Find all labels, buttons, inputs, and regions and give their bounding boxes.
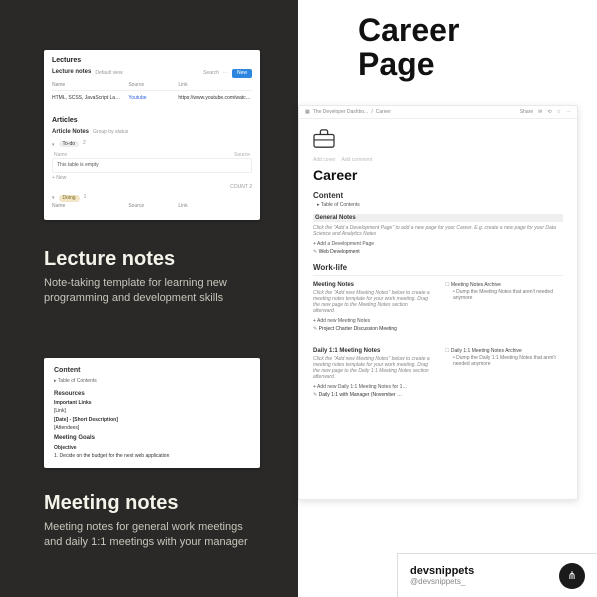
objective-1: 1. Decide on the budget for the next web…: [54, 453, 250, 460]
row-link: https://www.youtube.com/watch?vxxx281b43…: [178, 95, 252, 102]
table-row[interactable]: HTML, SCSS, JavaScript Landing Page Tuto…: [52, 93, 252, 104]
brand-logo-icon: ⋔: [559, 563, 585, 589]
daily-desc: Click the "Add new Meeting Notes" below …: [313, 356, 431, 381]
career-panel: ▦ The Developer Dashbo... / Career Share…: [298, 105, 578, 500]
add-daily-notes[interactable]: + Add new Daily 1:1 Meeting Notes for 1…: [313, 384, 431, 390]
articles-heading: Articles: [52, 116, 252, 125]
daily-item[interactable]: Daily 1:1 with Manager (November …: [313, 392, 431, 398]
group-todo-count: 2: [83, 140, 86, 147]
meeting-desc: Click the "Add new Meeting Notes" below …: [313, 290, 431, 315]
date-line: [Date] - [Short Description]: [54, 417, 250, 424]
lectures-columns: Name Source Link: [52, 82, 252, 92]
col-source: Source: [234, 152, 250, 159]
col-source: Source: [128, 203, 170, 210]
col-link: Link: [178, 203, 252, 210]
brand-handle: @devsnippets_: [410, 577, 474, 586]
lectures-view[interactable]: Default view: [95, 70, 122, 77]
star-icon[interactable]: ☆: [557, 109, 561, 115]
group-doing-count: 1: [84, 194, 87, 201]
meeting-notes-title: Meeting notes: [44, 492, 178, 515]
col-name: Name: [54, 152, 67, 159]
career-title: Career: [313, 167, 563, 183]
general-notes-heading: General Notes: [313, 214, 563, 222]
meeting-goals-h: Meeting Goals: [54, 435, 250, 443]
daily-archive-sub: • Dump the Daily 1:1 Meeting Notes that …: [453, 355, 563, 368]
group-doing[interactable]: Doing: [59, 195, 80, 202]
add-dev-page[interactable]: + Add a Development Page: [313, 241, 563, 247]
web-dev-page[interactable]: Web Development: [313, 249, 563, 255]
brand-footer: devsnippets @devsnippets_ ⋔: [397, 553, 597, 597]
row-source: Youtube: [128, 95, 170, 102]
page-title: CareerPage: [358, 14, 459, 81]
meeting-item[interactable]: Project Charter Discussion Meeting: [313, 326, 431, 332]
page-icon: ▦: [305, 109, 310, 115]
toc-link[interactable]: Table of Contents: [321, 202, 360, 208]
meeting-archive-toggle[interactable]: Meeting Notes Archive: [445, 282, 563, 288]
new-hint[interactable]: + New: [52, 175, 252, 182]
count-value: 2: [249, 184, 252, 190]
updates-icon[interactable]: ✉: [538, 109, 542, 115]
lectures-new-button[interactable]: New: [232, 69, 252, 78]
daily-heading: Daily 1:1 Meeting Notes: [313, 348, 431, 354]
content-heading: Content: [313, 191, 563, 200]
chevron-down-icon[interactable]: ▾: [52, 195, 55, 202]
lecture-notes-title: Lecture notes: [44, 248, 175, 271]
clock-icon[interactable]: ⟲: [547, 109, 551, 115]
meeting-notes-heading: Meeting Notes: [313, 282, 431, 288]
breadcrumb-1[interactable]: The Developer Dashbo...: [313, 109, 369, 115]
attendees: [Attendees]: [54, 425, 250, 432]
col-link: Link: [178, 82, 252, 89]
articles-view[interactable]: Group by status: [93, 129, 128, 136]
group-todo[interactable]: To-do: [59, 141, 80, 148]
col-name: Name: [52, 82, 120, 89]
objective: Objective: [54, 445, 250, 452]
important-links: Important Links: [54, 400, 250, 407]
important-link-item: [Link]: [54, 408, 250, 415]
lectures-heading: Lectures: [52, 56, 252, 65]
chevron-down-icon[interactable]: ▾: [52, 142, 55, 149]
worklife-heading: Work-life: [313, 263, 563, 272]
right-column: CareerPage ▦ The Developer Dashbo... / C…: [298, 0, 597, 597]
col-source: Source: [128, 82, 170, 89]
daily-archive-toggle[interactable]: Daily 1:1 Meeting Notes Archive: [445, 348, 563, 354]
articles-db-header: Article Notes Group by status: [52, 129, 252, 137]
doing-columns: Name Source Link: [52, 203, 252, 212]
lecture-notes-desc: Note-taking template for learning new pr…: [44, 276, 254, 306]
divider: [313, 275, 563, 276]
breadcrumb-2[interactable]: Career: [376, 109, 391, 115]
briefcase-icon: [313, 129, 335, 149]
row-name: HTML, SCSS, JavaScript Landing Page Tuto…: [52, 95, 120, 102]
breadcrumb-sep: /: [371, 109, 372, 115]
empty-text: This table is empty: [57, 162, 99, 168]
lectures-panel: Lectures Lecture notes Default view Sear…: [44, 50, 260, 220]
add-meeting-notes[interactable]: + Add new Meeting Notes: [313, 318, 431, 324]
dots-icon[interactable]: ⋯: [223, 70, 228, 77]
empty-card: This table is empty: [52, 158, 252, 173]
career-topbar: ▦ The Developer Dashbo... / Career Share…: [299, 106, 577, 119]
count-label: COUNT: [230, 184, 249, 190]
lectures-db-title: Lecture notes: [52, 69, 91, 77]
lectures-db-header: Lecture notes Default view Search ⋯ New: [52, 69, 252, 78]
dots-icon[interactable]: ⋯: [566, 109, 571, 115]
share-button[interactable]: Share: [520, 109, 533, 115]
articles-db-title: Article Notes: [52, 129, 89, 137]
meeting-archive-sub: • Dump the Meeting Notes that aren't nee…: [453, 289, 563, 302]
col-name: Name: [52, 203, 120, 210]
left-column: Lectures Lecture notes Default view Sear…: [0, 0, 298, 597]
add-comment[interactable]: Add comment: [342, 157, 373, 163]
add-cover[interactable]: Add cover: [313, 157, 336, 163]
meeting-content-h: Content: [54, 366, 250, 375]
general-desc: Click the "Add a Development Page" to ad…: [313, 225, 563, 238]
meeting-panel: Content ▸ Table of Contents Resources Im…: [44, 358, 260, 468]
meeting-toc[interactable]: Table of Contents: [58, 378, 97, 384]
brand-name: devsnippets: [410, 565, 474, 577]
lectures-search[interactable]: Search: [203, 70, 219, 77]
meeting-resources-h: Resources: [54, 391, 250, 399]
meeting-notes-desc: Meeting notes for general work meetings …: [44, 520, 254, 550]
